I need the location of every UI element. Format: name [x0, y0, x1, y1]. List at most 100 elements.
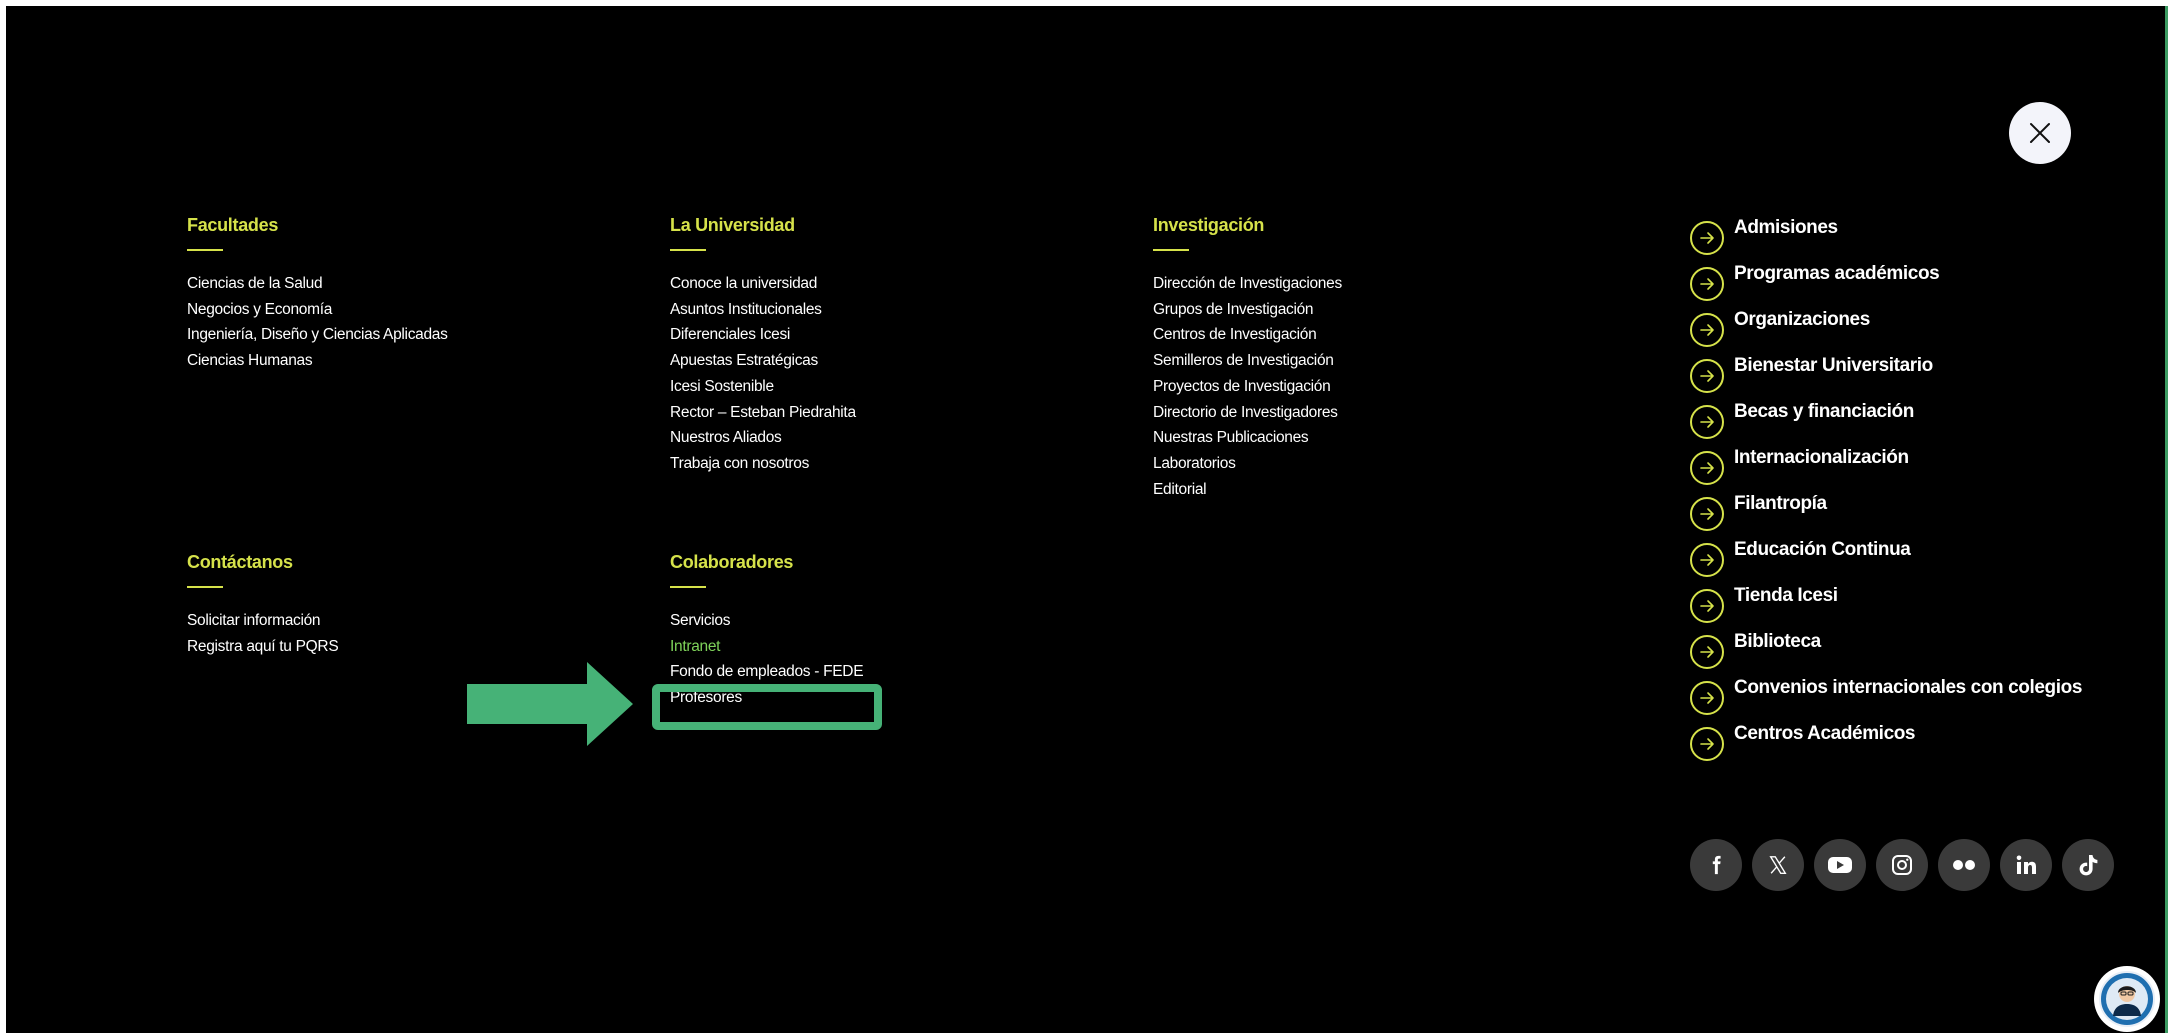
- section-links: Conoce la universidad Asuntos Institucio…: [670, 271, 1090, 477]
- quick-link-convenios-internacionales[interactable]: Convenios internacionales con colegios: [1690, 674, 2082, 720]
- quick-link-admisiones[interactable]: Admisiones: [1690, 214, 2082, 260]
- quick-link-filantropia[interactable]: Filantropía: [1690, 490, 2082, 536]
- link-proyectos-de-investigacion[interactable]: Proyectos de Investigación: [1153, 374, 1573, 400]
- x-icon: [1769, 856, 1787, 874]
- section-divider: [187, 586, 223, 588]
- arrow-right-circle-icon: [1690, 267, 1724, 301]
- section-divider: [1153, 249, 1189, 251]
- instagram-link[interactable]: [1876, 839, 1928, 891]
- section-title: La Universidad: [670, 215, 795, 235]
- link-ciencias-humanas[interactable]: Ciencias Humanas: [187, 348, 607, 374]
- close-icon: [2030, 123, 2050, 143]
- instagram-icon: [1892, 855, 1912, 875]
- link-nuestras-publicaciones[interactable]: Nuestras Publicaciones: [1153, 425, 1573, 451]
- section-title: Colaboradores: [670, 552, 794, 572]
- social-links: [1690, 839, 2124, 891]
- x-link[interactable]: [1752, 839, 1804, 891]
- link-diferenciales-icesi[interactable]: Diferenciales Icesi: [670, 322, 1090, 348]
- arrow-right-circle-icon: [1690, 681, 1724, 715]
- quick-link-tienda-icesi[interactable]: Tienda Icesi: [1690, 582, 2082, 628]
- quick-link-centros-academicos[interactable]: Centros Académicos: [1690, 720, 2082, 766]
- quick-links: Admisiones Programas académicos Organiza…: [1690, 214, 2082, 766]
- section-divider: [670, 249, 706, 251]
- tiktok-link[interactable]: [2062, 839, 2114, 891]
- youtube-icon: [1828, 857, 1852, 873]
- flickr-icon: [1953, 860, 1975, 870]
- link-asuntos-institucionales[interactable]: Asuntos Institucionales: [670, 297, 1090, 323]
- quick-link-label: Tienda Icesi: [1734, 585, 1838, 606]
- link-apuestas-estrategicas[interactable]: Apuestas Estratégicas: [670, 348, 1090, 374]
- annotation-arrow: [467, 662, 633, 746]
- quick-link-label: Becas y financiación: [1734, 401, 1914, 422]
- quick-link-programas-academicos[interactable]: Programas académicos: [1690, 260, 2082, 306]
- section-links: Ciencias de la Salud Negocios y Economía…: [187, 271, 607, 374]
- link-negocios-y-economia[interactable]: Negocios y Economía: [187, 297, 607, 323]
- section-la-universidad: La Universidad Conoce la universidad Asu…: [670, 214, 1090, 477]
- link-editorial[interactable]: Editorial: [1153, 477, 1573, 503]
- link-registra-pqrs[interactable]: Registra aquí tu PQRS: [187, 634, 607, 660]
- arrow-right-circle-icon: [1690, 359, 1724, 393]
- link-rector[interactable]: Rector – Esteban Piedrahita: [670, 400, 1090, 426]
- link-conoce-la-universidad[interactable]: Conoce la universidad: [670, 271, 1090, 297]
- arrow-right-circle-icon: [1690, 727, 1724, 761]
- chat-assistant-button[interactable]: [2094, 966, 2160, 1032]
- link-solicitar-informacion[interactable]: Solicitar información: [187, 608, 607, 634]
- linkedin-link[interactable]: [2000, 839, 2052, 891]
- quick-link-bienestar-universitario[interactable]: Bienestar Universitario: [1690, 352, 2082, 398]
- quick-link-label: Convenios internacionales con colegios: [1734, 677, 2082, 698]
- quick-link-label: Admisiones: [1734, 217, 1838, 238]
- section-title: Investigación: [1153, 215, 1265, 235]
- link-ingenieria-diseno[interactable]: Ingeniería, Diseño y Ciencias Aplicadas: [187, 322, 607, 348]
- arrow-right-circle-icon: [1690, 405, 1724, 439]
- link-nuestros-aliados[interactable]: Nuestros Aliados: [670, 425, 1090, 451]
- annotation-highlight-box: [652, 684, 882, 730]
- section-divider: [187, 249, 223, 251]
- link-centros-de-investigacion[interactable]: Centros de Investigación: [1153, 322, 1573, 348]
- arrow-right-circle-icon: [1690, 635, 1724, 669]
- quick-link-label: Programas académicos: [1734, 263, 1940, 284]
- link-servicios[interactable]: Servicios: [670, 608, 1090, 634]
- quick-link-label: Educación Continua: [1734, 539, 1911, 560]
- link-intranet[interactable]: Intranet: [670, 634, 1090, 660]
- link-ciencias-de-la-salud[interactable]: Ciencias de la Salud: [187, 271, 607, 297]
- link-laboratorios[interactable]: Laboratorios: [1153, 451, 1573, 477]
- assistant-avatar-icon: [2099, 971, 2155, 1027]
- youtube-link[interactable]: [1814, 839, 1866, 891]
- section-contactanos: Contáctanos Solicitar información Regist…: [187, 551, 607, 659]
- arrow-right-circle-icon: [1690, 497, 1724, 531]
- quick-link-biblioteca[interactable]: Biblioteca: [1690, 628, 2082, 674]
- arrow-right-circle-icon: [1690, 313, 1724, 347]
- section-title: Contáctanos: [187, 552, 293, 572]
- link-fondo-de-empleados[interactable]: Fondo de empleados - FEDE: [670, 659, 1090, 685]
- arrow-right-circle-icon: [1690, 543, 1724, 577]
- quick-link-educacion-continua[interactable]: Educación Continua: [1690, 536, 2082, 582]
- menu-overlay: Facultades Ciencias de la Salud Negocios…: [6, 6, 2168, 1033]
- close-button[interactable]: [2009, 102, 2071, 164]
- edge-line: [2165, 6, 2168, 1033]
- arrow-right-circle-icon: [1690, 589, 1724, 623]
- quick-link-label: Filantropía: [1734, 493, 1827, 514]
- link-icesi-sostenible[interactable]: Icesi Sostenible: [670, 374, 1090, 400]
- quick-link-becas-y-financiacion[interactable]: Becas y financiación: [1690, 398, 2082, 444]
- link-trabaja-con-nosotros[interactable]: Trabaja con nosotros: [670, 451, 1090, 477]
- flickr-link[interactable]: [1938, 839, 1990, 891]
- arrow-right-circle-icon: [1690, 451, 1724, 485]
- link-direccion-de-investigaciones[interactable]: Dirección de Investigaciones: [1153, 271, 1573, 297]
- section-links: Solicitar información Registra aquí tu P…: [187, 608, 607, 659]
- link-grupos-de-investigacion[interactable]: Grupos de Investigación: [1153, 297, 1573, 323]
- arrow-right-circle-icon: [1690, 221, 1724, 255]
- section-title: Facultades: [187, 215, 279, 235]
- facebook-link[interactable]: [1690, 839, 1742, 891]
- quick-link-label: Organizaciones: [1734, 309, 1870, 330]
- section-links: Dirección de Investigaciones Grupos de I…: [1153, 271, 1573, 502]
- facebook-icon: [1712, 855, 1721, 875]
- link-semilleros-de-investigacion[interactable]: Semilleros de Investigación: [1153, 348, 1573, 374]
- quick-link-internacionalizacion[interactable]: Internacionalización: [1690, 444, 2082, 490]
- quick-link-label: Bienestar Universitario: [1734, 355, 1933, 376]
- linkedin-icon: [2016, 855, 2036, 874]
- quick-link-label: Biblioteca: [1734, 631, 1821, 652]
- tiktok-icon: [2079, 855, 2098, 876]
- quick-link-organizaciones[interactable]: Organizaciones: [1690, 306, 2082, 352]
- quick-link-label: Centros Académicos: [1734, 723, 1916, 744]
- link-directorio-de-investigadores[interactable]: Directorio de Investigadores: [1153, 400, 1573, 426]
